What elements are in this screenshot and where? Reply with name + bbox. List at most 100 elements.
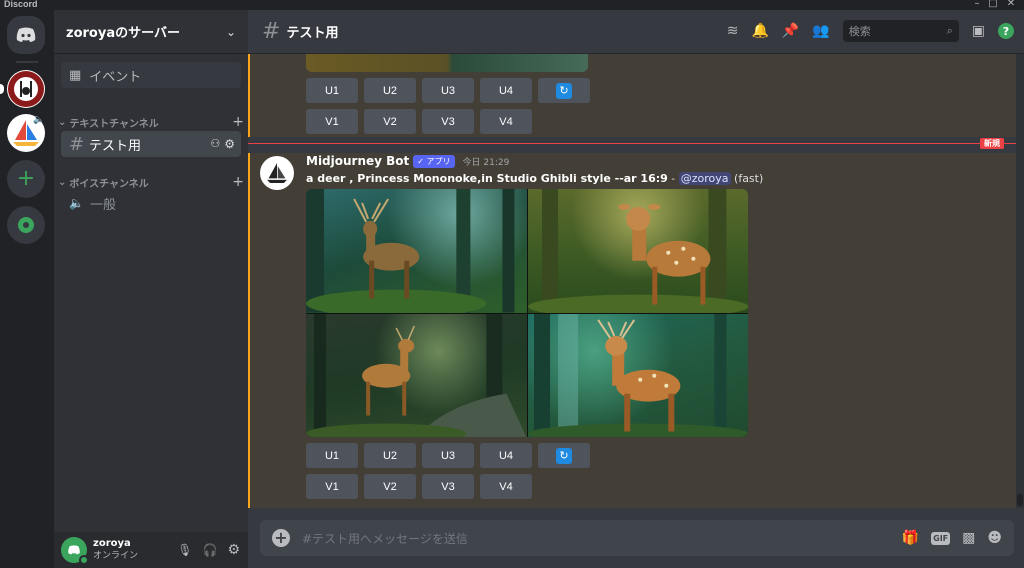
voice-category-label: ボイスチャンネル xyxy=(69,178,149,190)
members-icon[interactable]: 👥 xyxy=(812,23,829,39)
gif-icon[interactable]: GIF xyxy=(931,531,951,545)
invite-icon[interactable]: ⚇ xyxy=(210,137,220,151)
explore-servers-button[interactable] xyxy=(7,206,45,244)
previous-variation-row: V1 V2 V3 V4 xyxy=(306,109,532,134)
events-item[interactable]: ▦ イベント xyxy=(61,62,241,88)
prompt-text: a deer , Princess Mononoke,in Studio Ghi… xyxy=(306,172,668,185)
avatar[interactable] xyxy=(61,537,89,565)
author-name[interactable]: Midjourney Bot xyxy=(306,154,409,168)
deer-stream-image xyxy=(306,313,527,437)
fawn-meadow-image xyxy=(527,189,748,313)
message-composer[interactable]: + #テスト用へメッセージを送信 🎁 GIF ▩ ☻ xyxy=(260,520,1014,556)
upscale-row: U1 U2 U3 U4 ↻ xyxy=(306,443,590,468)
add-server-button[interactable]: + xyxy=(7,160,45,198)
help-icon[interactable]: ? xyxy=(998,23,1014,39)
close-icon[interactable]: ✕ xyxy=(1000,0,1022,9)
variation-row: V1 V2 V3 V4 xyxy=(306,474,532,499)
plus-icon: + xyxy=(16,166,36,191)
u1-button[interactable]: U1 xyxy=(306,78,358,103)
image-grid[interactable] xyxy=(306,189,748,437)
v4-button[interactable]: V4 xyxy=(480,109,532,134)
text-channel-icon: # xyxy=(69,133,85,155)
emoji-icon[interactable]: ☻ xyxy=(987,530,1002,546)
calendar-icon: ▦ xyxy=(69,67,82,83)
add-voice-channel-icon[interactable]: + xyxy=(232,174,244,190)
scrollbar[interactable] xyxy=(1016,54,1024,508)
server-rail: 🔈 + xyxy=(0,10,54,568)
attach-plus-icon[interactable]: + xyxy=(272,529,290,547)
v3-button[interactable]: V3 xyxy=(422,109,474,134)
user-panel: zoroya オンライン 🎙 🎧 ⚙ xyxy=(54,532,248,568)
channel-item-test[interactable]: # テスト用 ⚇ ⚙ xyxy=(61,131,241,157)
online-status-dot xyxy=(79,555,89,565)
image-tile-3[interactable] xyxy=(306,313,527,437)
v4-button[interactable]: V4 xyxy=(480,474,532,499)
u3-button[interactable]: U3 xyxy=(422,78,474,103)
hash-icon: # xyxy=(262,19,281,44)
events-label: イベント xyxy=(89,69,142,85)
previous-image-grid[interactable] xyxy=(306,54,588,72)
pin-icon[interactable]: 📌 xyxy=(782,23,799,39)
main-chat: # テスト用 ≋ 🔔 📌 👥 検索 ⌕ ▣ ? U1 U2 U3 U4 ↻ V1… xyxy=(248,10,1024,568)
u2-button[interactable]: U2 xyxy=(364,78,416,103)
voice-channel-category[interactable]: ⌄ ボイスチャンネル + xyxy=(58,174,244,190)
bell-icon[interactable]: 🔔 xyxy=(751,23,768,39)
message-header: Midjourney Bot ✓ アプリ 今日 21:29 xyxy=(306,154,509,168)
reroll-button[interactable]: ↻ xyxy=(538,443,590,468)
compass-icon xyxy=(18,217,34,233)
channel-label: テスト用 xyxy=(89,138,142,154)
v1-button[interactable]: V1 xyxy=(306,109,358,134)
timestamp: 今日 21:29 xyxy=(462,157,510,168)
u4-button[interactable]: U4 xyxy=(480,443,532,468)
v3-button[interactable]: V3 xyxy=(422,474,474,499)
app-tag-badge: ✓ アプリ xyxy=(413,154,455,168)
search-icon: ⌕ xyxy=(946,24,953,37)
u1-button[interactable]: U1 xyxy=(306,443,358,468)
image-tile-4[interactable] xyxy=(527,313,748,437)
text-channel-category[interactable]: ⌄ テキストチャンネル + xyxy=(58,114,244,130)
new-messages-badge: 新規 xyxy=(980,138,1004,149)
server-name: zoroyaのサーバー xyxy=(66,26,180,41)
previous-upscale-row: U1 U2 U3 U4 ↻ xyxy=(306,78,590,103)
message-content: a deer , Princess Mononoke,in Studio Ghi… xyxy=(306,172,763,185)
settings-gear-icon[interactable]: ⚙ xyxy=(227,542,240,558)
v1-button[interactable]: V1 xyxy=(306,474,358,499)
channel-header: # テスト用 ≋ 🔔 📌 👥 検索 ⌕ ▣ ? xyxy=(248,10,1024,54)
server-header[interactable]: zoroyaのサーバー ⌄ xyxy=(54,10,248,54)
message-input[interactable]: #テスト用へメッセージを送信 xyxy=(302,530,902,547)
discord-logo-icon xyxy=(68,545,80,555)
stag-waterfall-image xyxy=(527,313,748,437)
search-input[interactable]: 検索 ⌕ xyxy=(842,20,959,42)
reroll-button[interactable]: ↻ xyxy=(538,78,590,103)
server-icon-1[interactable] xyxy=(7,70,45,108)
v2-button[interactable]: V2 xyxy=(364,109,416,134)
u3-button[interactable]: U3 xyxy=(422,443,474,468)
chevron-icon: ⌄ xyxy=(58,176,67,188)
refresh-icon: ↻ xyxy=(556,82,572,99)
discord-logo-icon xyxy=(16,27,36,42)
gift-icon[interactable]: 🎁 xyxy=(902,530,919,546)
username: zoroya xyxy=(93,538,131,549)
image-tile-1[interactable] xyxy=(306,189,527,313)
channel-item-general-voice[interactable]: 🔈 一般 xyxy=(61,190,241,216)
message-list: U1 U2 U3 U4 ↻ V1 V2 V3 V4 新規 Midjourney … xyxy=(248,54,1016,508)
image-tile-2[interactable] xyxy=(527,189,748,313)
v2-button[interactable]: V2 xyxy=(364,474,416,499)
microphone-icon[interactable]: 🎙 xyxy=(177,543,192,557)
new-messages-divider xyxy=(248,143,1016,144)
stag-forest-image xyxy=(306,189,515,313)
sticker-icon[interactable]: ▩ xyxy=(962,530,975,546)
gear-icon[interactable]: ⚙ xyxy=(224,137,235,151)
threads-icon[interactable]: ≋ xyxy=(727,23,739,39)
bot-avatar[interactable] xyxy=(260,156,294,190)
speaker-icon: 🔈 xyxy=(69,196,84,210)
u4-button[interactable]: U4 xyxy=(480,78,532,103)
scrollbar-thumb[interactable] xyxy=(1017,494,1023,506)
add-text-channel-icon[interactable]: + xyxy=(232,114,244,130)
inbox-icon[interactable]: ▣ xyxy=(972,23,985,39)
headphones-icon[interactable]: 🎧 xyxy=(202,543,217,557)
user-mention[interactable]: @zoroya xyxy=(678,172,731,185)
user-status: オンライン xyxy=(93,551,139,561)
u2-button[interactable]: U2 xyxy=(364,443,416,468)
home-button[interactable] xyxy=(7,16,45,54)
